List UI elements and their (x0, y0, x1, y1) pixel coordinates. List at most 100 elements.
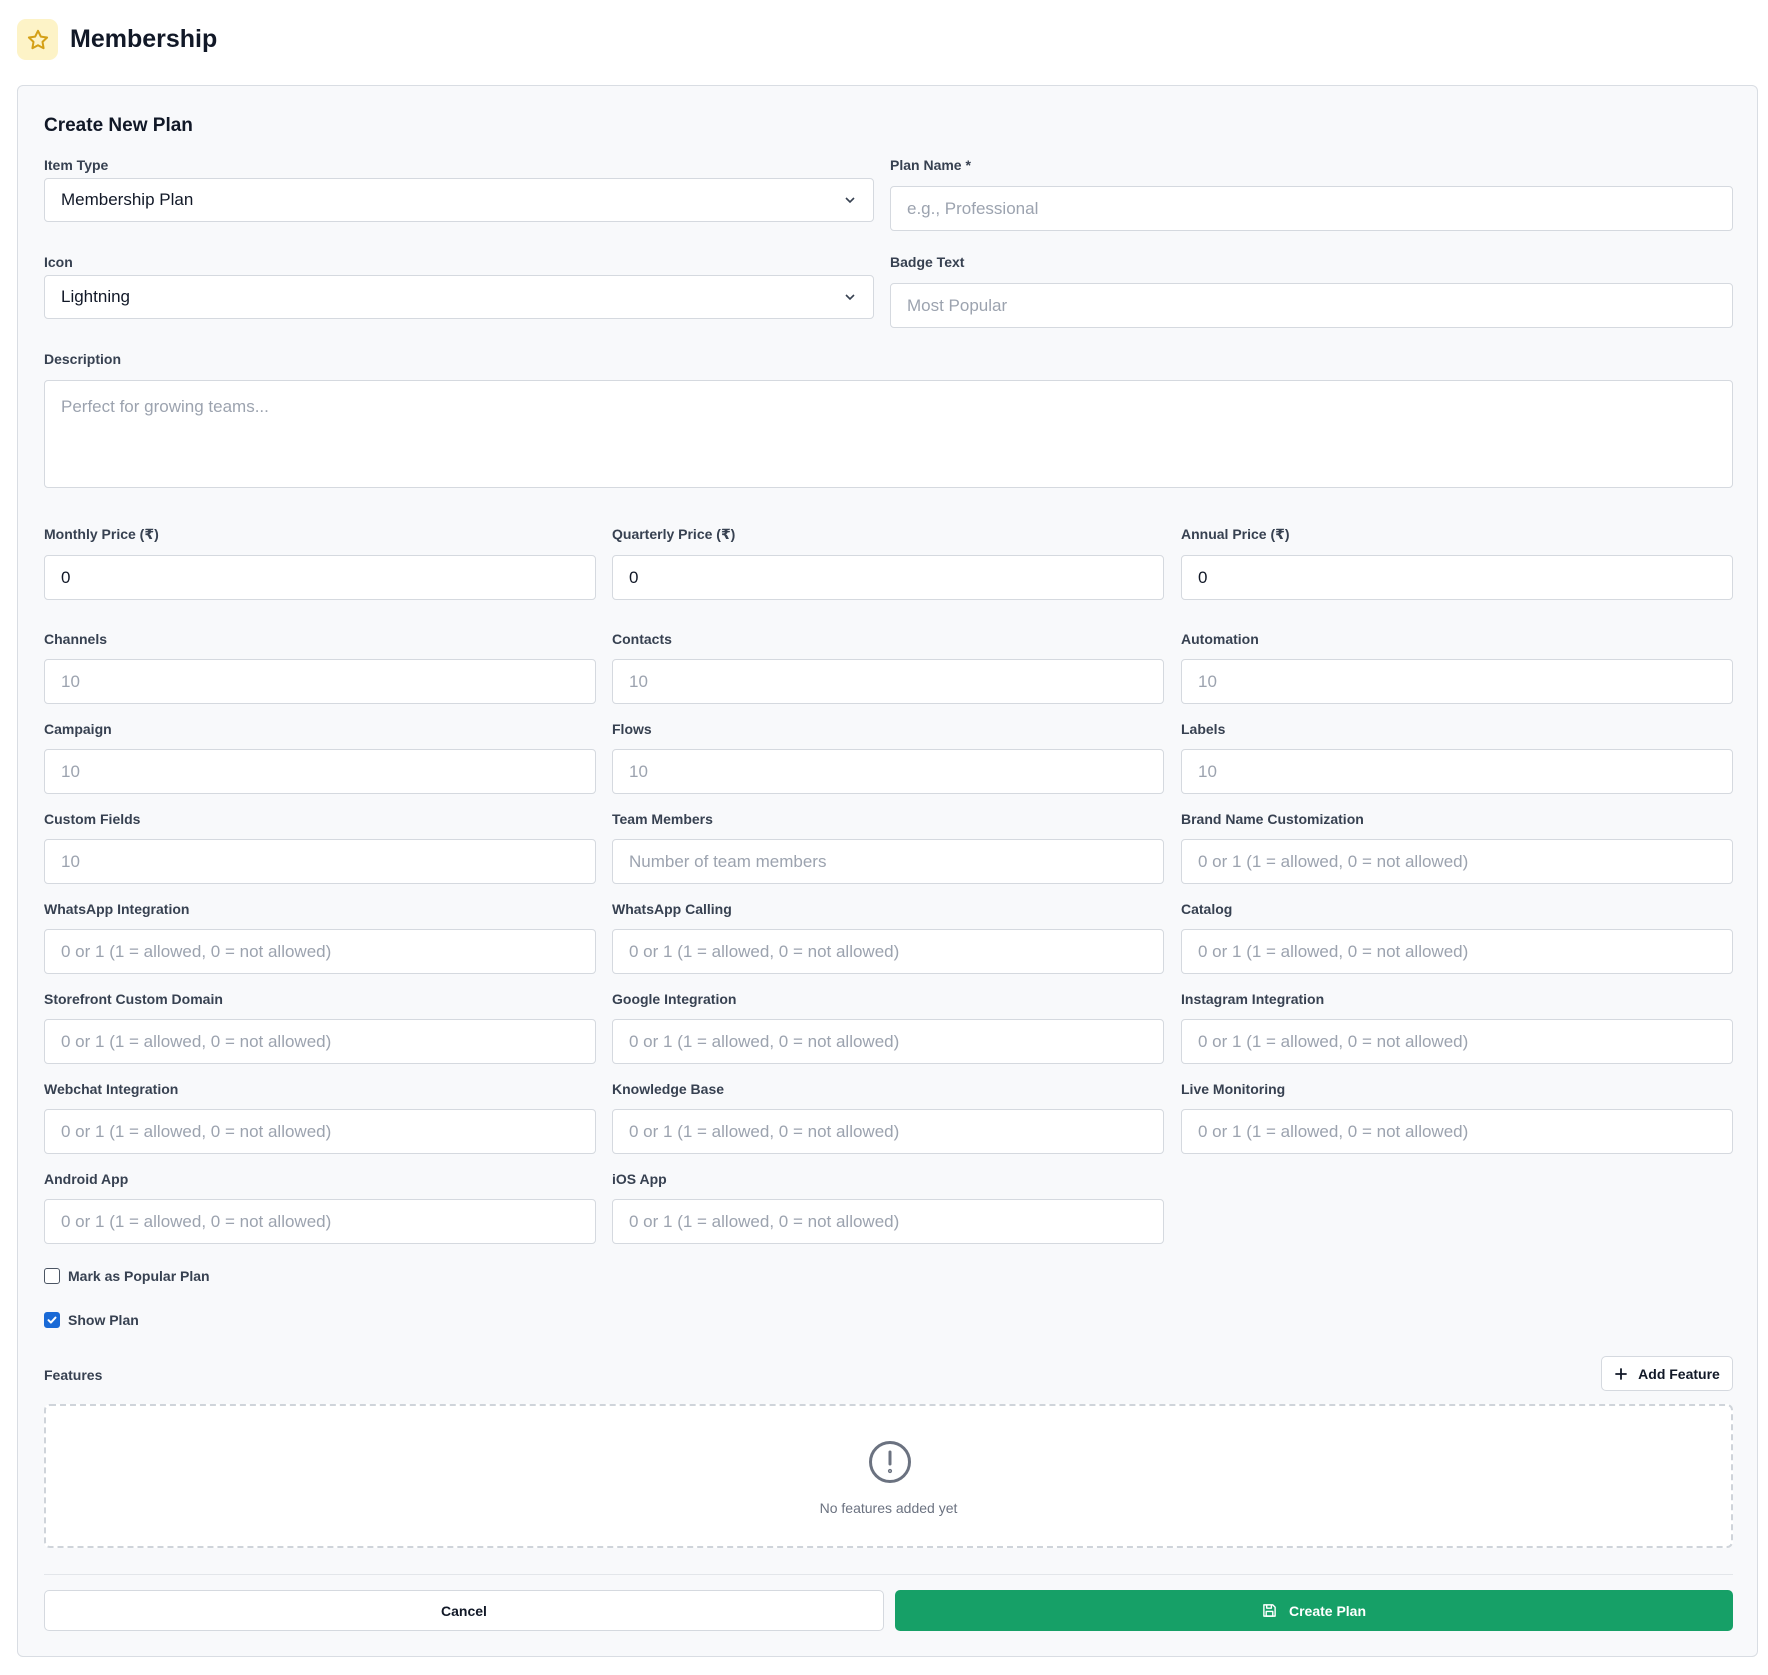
ios-app-field: iOS App (612, 1171, 1164, 1249)
automation-label: Automation (1181, 631, 1259, 647)
show-plan-row[interactable]: Show Plan (44, 1312, 139, 1328)
mark-popular-row[interactable]: Mark as Popular Plan (44, 1268, 210, 1284)
badge-text-input[interactable] (890, 283, 1733, 328)
description-textarea[interactable] (44, 380, 1733, 488)
campaign-input[interactable] (44, 749, 596, 794)
cancel-button[interactable]: Cancel (44, 1590, 884, 1631)
create-plan-card: Create New Plan Item Type Membership Pla… (17, 85, 1758, 1657)
contacts-input[interactable] (612, 659, 1164, 704)
checkmark-icon (47, 1316, 57, 1324)
campaign-label: Campaign (44, 721, 112, 737)
labels-field: Labels (1181, 721, 1733, 799)
plan-name-label: Plan Name * (890, 157, 971, 173)
features-empty-state: No features added yet (44, 1404, 1733, 1548)
icon-field: Icon Lightning (44, 254, 874, 324)
whatsapp-integration-field: WhatsApp Integration (44, 901, 596, 979)
create-plan-button[interactable]: Create Plan (895, 1590, 1733, 1631)
flows-field: Flows (612, 721, 1164, 799)
brand-name-customization-field: Brand Name Customization (1181, 811, 1733, 889)
description-label: Description (44, 351, 122, 367)
team-members-input[interactable] (612, 839, 1164, 884)
features-label: Features (44, 1367, 103, 1383)
catalog-input[interactable] (1181, 929, 1733, 974)
labels-input[interactable] (1181, 749, 1733, 794)
monthly-price-field: Monthly Price (₹) (44, 526, 596, 604)
automation-field: Automation (1181, 631, 1733, 709)
instagram-integration-input[interactable] (1181, 1019, 1733, 1064)
team-members-field: Team Members (612, 811, 1164, 889)
custom-fields-input[interactable] (44, 839, 596, 884)
webchat-integration-field: Webchat Integration (44, 1081, 596, 1159)
page-title: Membership (70, 25, 218, 53)
instagram-integration-label: Instagram Integration (1181, 991, 1325, 1007)
add-feature-label: Add Feature (1638, 1365, 1720, 1382)
monthly-price-input[interactable] (44, 555, 596, 600)
knowledge-base-label: Knowledge Base (612, 1081, 725, 1097)
plan-name-input[interactable] (890, 186, 1733, 231)
android-app-input[interactable] (44, 1199, 596, 1244)
custom-fields-label: Custom Fields (44, 811, 141, 827)
quarterly-price-field: Quarterly Price (₹) (612, 526, 1164, 604)
page-header: Membership (17, 19, 217, 60)
quarterly-price-input[interactable] (612, 555, 1164, 600)
alert-circle-icon (869, 1441, 911, 1483)
channels-input[interactable] (44, 659, 596, 704)
flows-input[interactable] (612, 749, 1164, 794)
automation-input[interactable] (1181, 659, 1733, 704)
add-feature-button[interactable]: Add Feature (1601, 1356, 1733, 1391)
item-type-select[interactable]: Membership Plan (44, 178, 874, 222)
live-monitoring-field: Live Monitoring (1181, 1081, 1733, 1159)
labels-label: Labels (1181, 721, 1226, 737)
whatsapp-calling-input[interactable] (612, 929, 1164, 974)
google-integration-input[interactable] (612, 1019, 1164, 1064)
ios-app-input[interactable] (612, 1199, 1164, 1244)
channels-field: Channels (44, 631, 596, 709)
annual-price-field: Annual Price (₹) (1181, 526, 1733, 604)
annual-price-input[interactable] (1181, 555, 1733, 600)
google-integration-field: Google Integration (612, 991, 1164, 1069)
item-type-label: Item Type (44, 157, 109, 173)
icon-value: Lightning (61, 287, 131, 306)
description-field: Description (44, 351, 1733, 491)
quarterly-price-label: Quarterly Price (₹) (612, 526, 736, 542)
whatsapp-integration-label: WhatsApp Integration (44, 901, 190, 917)
mark-popular-checkbox[interactable] (44, 1268, 60, 1284)
whatsapp-calling-label: WhatsApp Calling (612, 901, 732, 917)
campaign-field: Campaign (44, 721, 596, 799)
show-plan-checkbox[interactable] (44, 1312, 60, 1328)
catalog-field: Catalog (1181, 901, 1733, 979)
icon-label: Icon (44, 254, 73, 270)
chevron-down-icon (845, 294, 855, 301)
catalog-label: Catalog (1181, 901, 1233, 917)
whatsapp-integration-input[interactable] (44, 929, 596, 974)
storefront-custom-domain-input[interactable] (44, 1019, 596, 1064)
live-monitoring-input[interactable] (1181, 1109, 1733, 1154)
knowledge-base-input[interactable] (612, 1109, 1164, 1154)
contacts-label: Contacts (612, 631, 672, 647)
custom-fields-field: Custom Fields (44, 811, 596, 889)
storefront-custom-domain-label: Storefront Custom Domain (44, 991, 223, 1007)
storefront-custom-domain-field: Storefront Custom Domain (44, 991, 596, 1069)
monthly-price-label: Monthly Price (₹) (44, 526, 159, 542)
mark-popular-label: Mark as Popular Plan (68, 1268, 210, 1284)
show-plan-label: Show Plan (68, 1312, 139, 1328)
channels-label: Channels (44, 631, 108, 647)
icon-select[interactable]: Lightning (44, 275, 874, 319)
android-app-label: Android App (44, 1171, 129, 1187)
cancel-button-label: Cancel (441, 1602, 487, 1619)
features-empty-text: No features added yet (819, 1500, 958, 1516)
star-icon (17, 19, 58, 60)
live-monitoring-label: Live Monitoring (1181, 1081, 1286, 1097)
membership-page: Membership Create New Plan Item Type Mem… (0, 0, 1768, 1675)
whatsapp-calling-field: WhatsApp Calling (612, 901, 1164, 979)
webchat-integration-input[interactable] (44, 1109, 596, 1154)
brand-name-customization-input[interactable] (1181, 839, 1733, 884)
contacts-field: Contacts (612, 631, 1164, 709)
annual-price-label: Annual Price (₹) (1181, 526, 1290, 542)
team-members-label: Team Members (612, 811, 713, 827)
google-integration-label: Google Integration (612, 991, 737, 1007)
save-icon (1263, 1604, 1276, 1617)
badge-text-label: Badge Text (890, 254, 965, 270)
flows-label: Flows (612, 721, 652, 737)
badge-text-field: Badge Text (890, 254, 1733, 332)
